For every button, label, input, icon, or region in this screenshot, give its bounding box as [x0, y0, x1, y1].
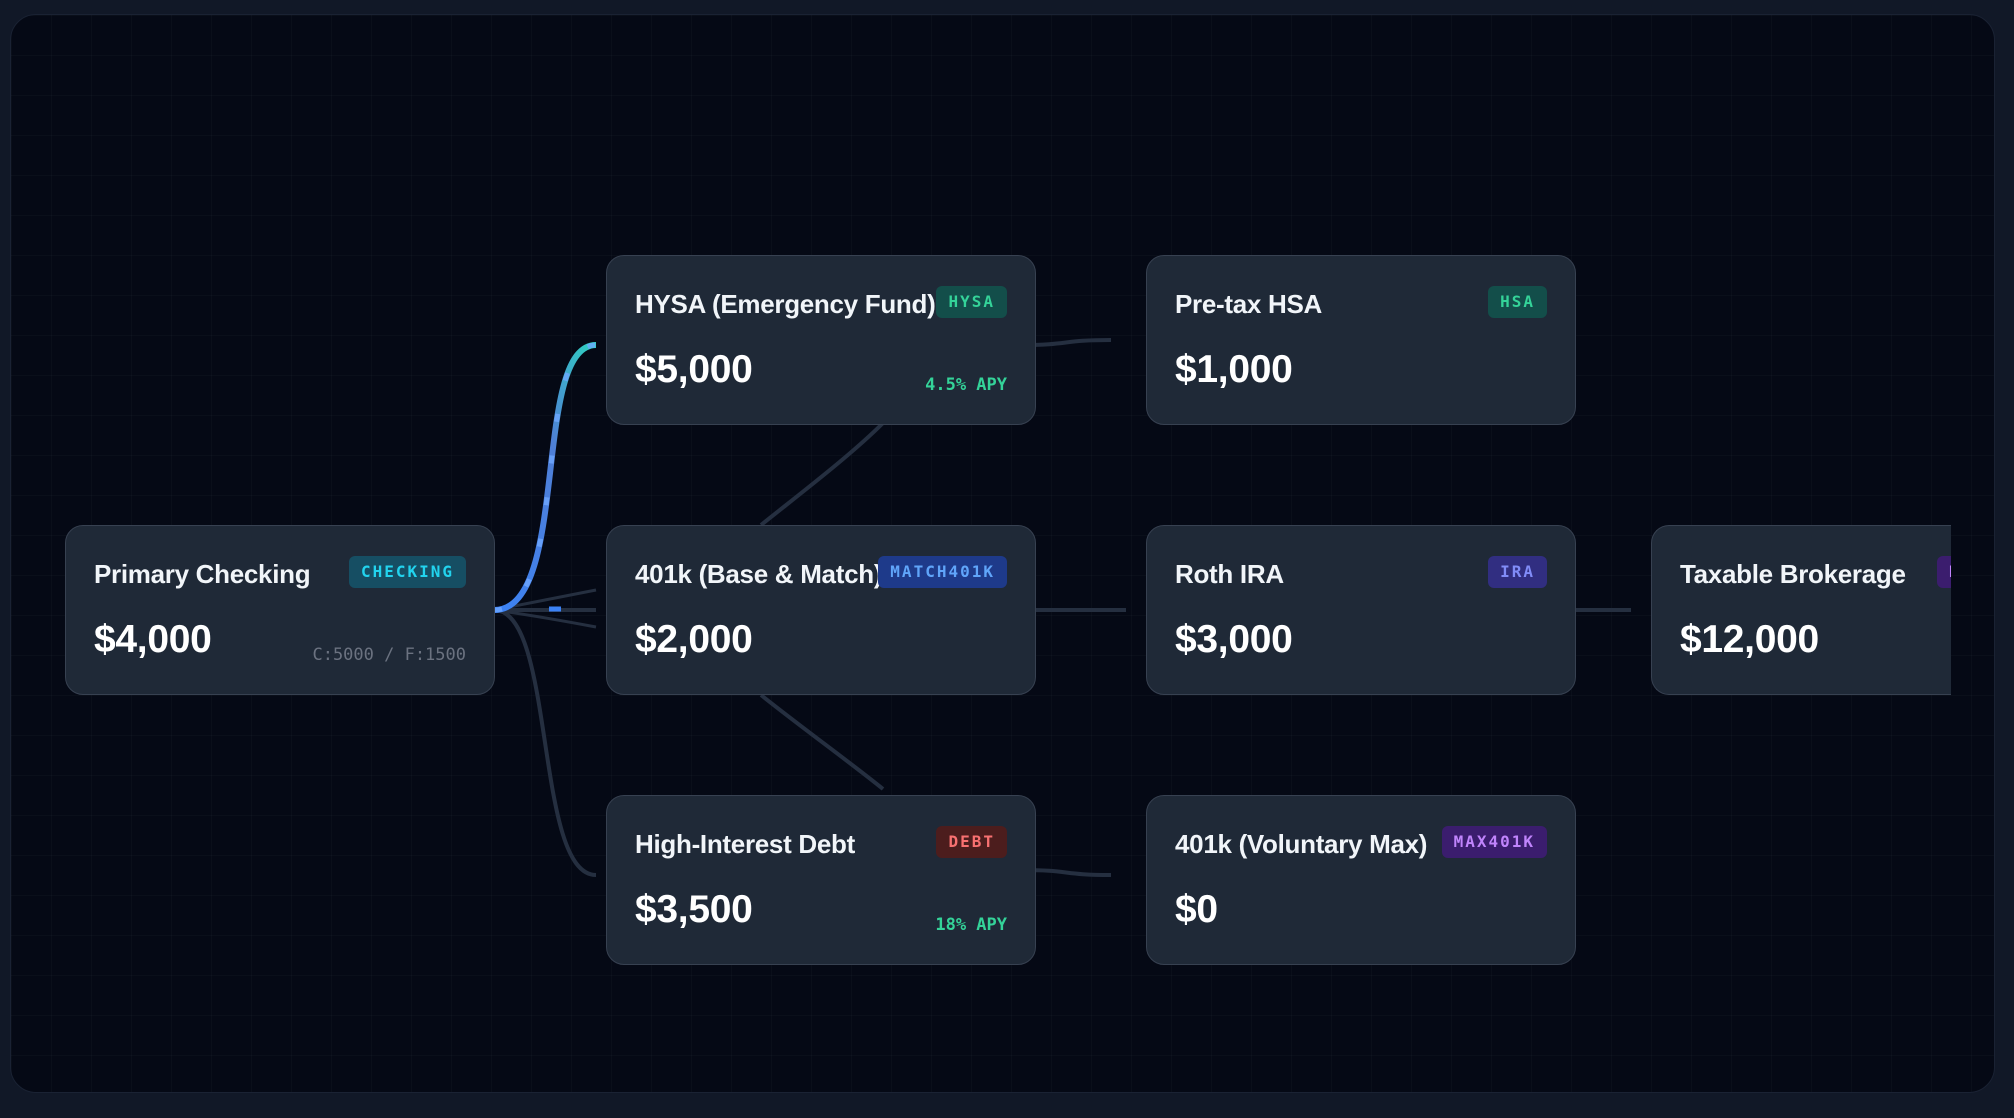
- apy-label: 4.5% APY: [925, 375, 1007, 395]
- node-taxable-brokerage[interactable]: Taxable Brokerage BROKERAGE $12,000: [1651, 525, 1951, 695]
- node-name: HYSA (Emergency Fund): [635, 289, 936, 319]
- node-primary-checking[interactable]: Primary Checking CHECKING $4,000 C:5000 …: [65, 525, 495, 695]
- node-401k-base-match[interactable]: 401k (Base & Match) MATCH401K $2,000: [606, 525, 1036, 695]
- edge-hysa-to-match401k[interactable]: [759, 421, 885, 527]
- node-name: 401k (Voluntary Max): [1175, 829, 1428, 859]
- edge-match401k-to-debt[interactable]: [759, 693, 885, 791]
- node-name: 401k (Base & Match): [635, 559, 883, 589]
- node-balance: $4,000: [94, 618, 212, 661]
- node-balance: $12,000: [1680, 618, 1819, 661]
- node-name: Roth IRA: [1175, 559, 1284, 589]
- node-name: Primary Checking: [94, 559, 311, 589]
- account-type-badge: DEBT: [936, 826, 1007, 858]
- node-balance: $2,000: [635, 618, 753, 661]
- account-type-badge: MAX401K: [1441, 826, 1547, 858]
- account-type-badge: HYSA: [936, 286, 1007, 318]
- node-hysa[interactable]: HYSA (Emergency Fund) HYSA $5,000 4.5% A…: [606, 255, 1036, 425]
- node-roth-ira[interactable]: Roth IRA IRA $3,000: [1146, 525, 1576, 695]
- node-high-interest-debt[interactable]: High-Interest Debt DEBT $3,500 18% APY: [606, 795, 1036, 965]
- node-balance: $3,500: [635, 888, 753, 931]
- cap-floor-label: C:5000 / F:1500: [312, 645, 466, 665]
- node-pretax-hsa[interactable]: Pre-tax HSA HSA $1,000: [1146, 255, 1576, 425]
- edge-checking-to-hysa-flow: [493, 342, 597, 613]
- node-balance: $5,000: [635, 348, 753, 391]
- account-type-badge: CHECKING: [348, 556, 466, 588]
- account-type-badge: IRA: [1488, 556, 1547, 588]
- flow-canvas[interactable]: Primary Checking CHECKING $4,000 C:5000 …: [10, 14, 1995, 1093]
- node-balance: $0: [1175, 888, 1218, 931]
- account-type-badge: MATCH401K: [878, 556, 1007, 588]
- node-balance: $3,000: [1175, 618, 1293, 661]
- node-name: Taxable Brokerage: [1680, 559, 1906, 589]
- apy-label: 18% APY: [935, 915, 1007, 935]
- node-balance: $1,000: [1175, 348, 1293, 391]
- edge-checking-to-hysa-active[interactable]: [493, 342, 597, 613]
- node-name: Pre-tax HSA: [1175, 289, 1322, 319]
- edge-checking-to-debt[interactable]: [493, 608, 597, 877]
- account-type-badge: BROKERAGE: [1937, 556, 1951, 588]
- node-401k-voluntary-max[interactable]: 401k (Voluntary Max) MAX401K $0: [1146, 795, 1576, 965]
- node-name: High-Interest Debt: [635, 829, 855, 859]
- account-type-badge: HSA: [1488, 286, 1547, 318]
